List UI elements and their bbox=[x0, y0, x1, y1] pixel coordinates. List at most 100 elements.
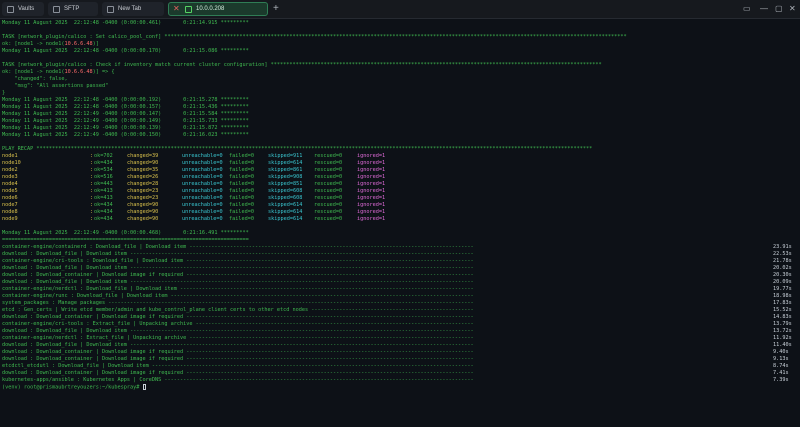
recap-failed: failed=0 bbox=[229, 153, 254, 159]
timing-dashes: ----------------------------------------… bbox=[130, 279, 474, 285]
timing-value: 7.39s bbox=[773, 377, 789, 383]
recap-ignored: ignored=1 bbox=[357, 202, 386, 208]
timing-task: etcdctl_etcdutl : Download_file | Downlo… bbox=[2, 363, 152, 369]
terminal-line: TASK [network_plugin/calico : Check if i… bbox=[2, 62, 602, 69]
tab-bar: Vaults SFTP New Tab ✕ 10.0.0.208 + ▭ — ▢… bbox=[0, 0, 800, 19]
timing-value: 22.53s bbox=[773, 251, 792, 257]
recap-changed: changed=39 bbox=[127, 153, 159, 159]
recap-ok: ok=434 bbox=[94, 202, 113, 208]
ip-address: 10.6.6.48 bbox=[64, 41, 93, 47]
recap-failed: failed=0 bbox=[229, 167, 254, 173]
recap-unreachable: unreachable=0 bbox=[182, 167, 223, 173]
recap-ignored: ignored=1 bbox=[357, 160, 386, 166]
line-prefix: ok: [node1 -> node1( bbox=[2, 69, 65, 75]
recap-host: node8 bbox=[2, 209, 18, 215]
line-text: TASK [network_plugin/calico : Set calico… bbox=[2, 34, 627, 40]
recap-failed: failed=0 bbox=[229, 209, 254, 215]
recap-ignored: ignored=1 bbox=[357, 174, 386, 180]
recap-host: node3 bbox=[2, 174, 18, 180]
recap-failed: failed=0 bbox=[229, 195, 254, 201]
maximize-icon[interactable]: ▢ bbox=[775, 3, 783, 15]
line-prefix: ok: [node1 -> node1( bbox=[2, 41, 65, 47]
timing-row: download : Download_file | Download item… bbox=[2, 279, 792, 286]
tab-sftp[interactable]: SFTP bbox=[48, 2, 98, 16]
timing-row: download : Download_file | Download item… bbox=[2, 342, 792, 349]
timing-row: download : Download_container | Download… bbox=[2, 349, 789, 356]
timing-dashes: ----------------------------------------… bbox=[189, 244, 474, 250]
recap-skipped: skipped=614 bbox=[268, 209, 303, 215]
recap-ok: ok=434 bbox=[94, 160, 113, 166]
recap-colon: : bbox=[90, 181, 94, 187]
terminal-line: "msg": "All assertions passed" bbox=[2, 83, 108, 90]
recap-failed: failed=0 bbox=[229, 160, 254, 166]
prompt-line: (venv) root@prismaubrtreyouzers:~/kubesp… bbox=[2, 384, 146, 391]
tab-vaults[interactable]: Vaults bbox=[2, 2, 44, 16]
timing-row: etcdctl_etcdutl : Download_file | Downlo… bbox=[2, 363, 789, 370]
recap-colon: : bbox=[90, 188, 94, 194]
recap-rescued: rescued=0 bbox=[314, 167, 343, 173]
timing-value: 13.72s bbox=[773, 328, 792, 334]
timing-row: container-engine/cri-tools : Extract_fil… bbox=[2, 321, 792, 328]
recap-colon: : bbox=[90, 153, 94, 159]
recap-skipped: skipped=911 bbox=[268, 153, 303, 159]
recap-ignored: ignored=1 bbox=[357, 216, 386, 222]
tab-host-active[interactable]: ✕ 10.0.0.208 bbox=[168, 2, 268, 16]
recap-unreachable: unreachable=0 bbox=[182, 202, 223, 208]
timing-value: 23.91s bbox=[773, 244, 792, 250]
timing-row: download : Download_container | Download… bbox=[2, 356, 789, 363]
timing-row: kubernetes-apps/ansible : Kubernetes App… bbox=[2, 377, 789, 384]
line-text: TASK [network_plugin/calico : Check if i… bbox=[2, 62, 602, 68]
recap-skipped: skipped=608 bbox=[268, 188, 303, 194]
timing-task: download : Download_file | Download item bbox=[2, 251, 131, 257]
line-text: Monday 11 August 2025 22:12:48 -0400 (0:… bbox=[2, 104, 249, 110]
tab-label: 10.0.0.208 bbox=[196, 6, 225, 12]
new-tab-plus-icon[interactable]: + bbox=[273, 3, 279, 15]
minimize-icon[interactable]: — bbox=[760, 3, 768, 15]
recap-failed: failed=0 bbox=[229, 181, 254, 187]
tab-new-tab[interactable]: New Tab bbox=[102, 2, 164, 16]
terminal-output[interactable]: Monday 11 August 2025 22:12:48 -0400 (0:… bbox=[2, 20, 798, 425]
close-icon[interactable]: ✕ bbox=[173, 3, 180, 15]
timing-task: container-engine/cri-tools : Extract_fil… bbox=[2, 321, 196, 327]
folder-icon bbox=[53, 5, 60, 13]
timing-dashes: ----------------------------------------… bbox=[195, 321, 474, 327]
recap-ignored: ignored=1 bbox=[357, 195, 386, 201]
terminal-line: Monday 11 August 2025 22:12:49 -0400 (0:… bbox=[2, 111, 249, 118]
line-text: } bbox=[2, 90, 6, 96]
close-window-icon[interactable]: ✕ bbox=[789, 3, 796, 15]
timing-row: download : Download_file | Download item… bbox=[2, 265, 792, 272]
recap-rescued: rescued=0 bbox=[314, 181, 343, 187]
timing-task: container-engine/containerd : Download_f… bbox=[2, 244, 190, 250]
terminal-line: Monday 11 August 2025 22:12:49 -0400 (0:… bbox=[2, 132, 249, 139]
recap-host: node4 bbox=[2, 181, 18, 187]
recap-unreachable: unreachable=0 bbox=[182, 188, 223, 194]
sidebar-toggle-icon[interactable]: ▭ bbox=[743, 3, 751, 15]
timing-task: download : Download_container | Download… bbox=[2, 314, 187, 320]
recap-rescued: rescued=0 bbox=[314, 188, 343, 194]
recap-ok: ok=413 bbox=[94, 188, 113, 194]
timing-value: 7.41s bbox=[773, 370, 789, 376]
timing-value: 8.74s bbox=[773, 363, 789, 369]
recap-colon: : bbox=[90, 216, 94, 222]
timing-task: download : Download_file | Download item bbox=[2, 328, 131, 334]
recap-rescued: rescued=0 bbox=[314, 216, 343, 222]
timing-row: download : Download_container | Download… bbox=[2, 314, 792, 321]
recap-ok: ok=516 bbox=[94, 174, 113, 180]
timing-task: download : Download_container | Download… bbox=[2, 272, 187, 278]
line-text: Monday 11 August 2025 22:12:49 -0400 (0:… bbox=[2, 118, 249, 124]
recap-changed: changed=90 bbox=[127, 216, 159, 222]
cursor bbox=[142, 384, 146, 390]
recap-ignored: ignored=1 bbox=[357, 188, 386, 194]
line-text: PLAY RECAP *****************************… bbox=[2, 146, 593, 152]
timing-row: container-engine/cri-tools : Download_fi… bbox=[2, 258, 792, 265]
line-text: Monday 11 August 2025 22:12:49 -0400 (0:… bbox=[2, 132, 249, 138]
recap-failed: failed=0 bbox=[229, 188, 254, 194]
recap-host: node9 bbox=[2, 216, 18, 222]
recap-colon: : bbox=[90, 174, 94, 180]
recap-changed: changed=28 bbox=[127, 181, 159, 187]
timing-task: download : Download_file | Download item bbox=[2, 279, 131, 285]
timing-task: container-engine/nerdctl : Extract_file … bbox=[2, 335, 190, 341]
line-text: ========================================… bbox=[2, 237, 249, 243]
line-text: Monday 11 August 2025 22:12:49 -0400 (0:… bbox=[2, 230, 249, 236]
line-text: Monday 11 August 2025 22:12:48 -0400 (0:… bbox=[2, 20, 249, 26]
